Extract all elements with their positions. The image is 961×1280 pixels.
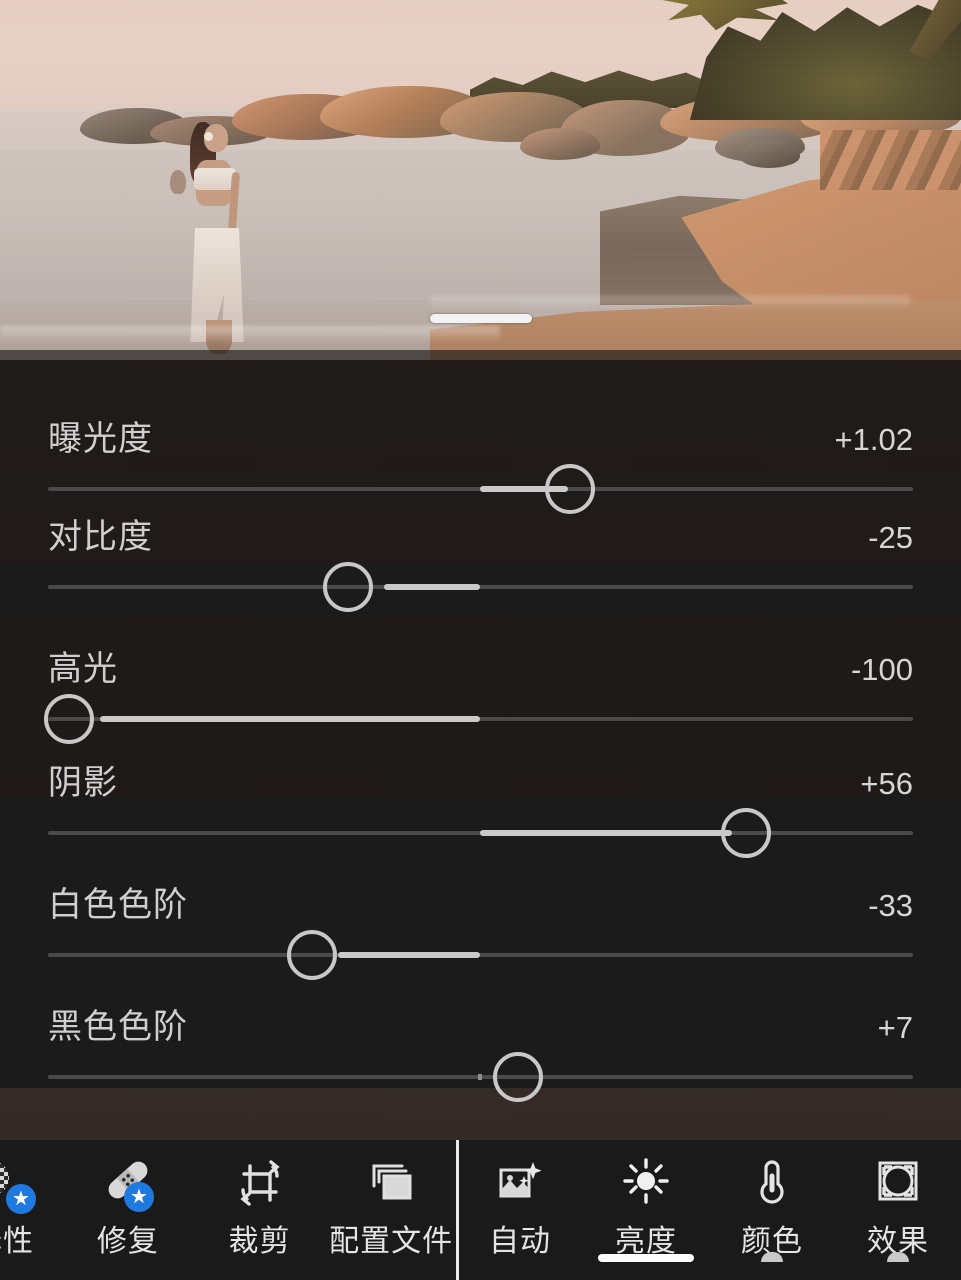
premium-star-badge: ★ xyxy=(6,1184,36,1214)
profiles-icon xyxy=(362,1154,420,1212)
color-thermometer-icon xyxy=(743,1154,801,1212)
toolbar-item-effects[interactable]: 效果 xyxy=(835,1140,961,1280)
slider-fill xyxy=(338,952,480,958)
slider-value-contrast: -25 xyxy=(868,520,913,555)
toolbar-item-heal[interactable]: ★ 修复 xyxy=(62,1140,194,1280)
toolbar-label-auto: 自动 xyxy=(489,1225,551,1258)
toolbar-item-light[interactable]: 亮度 xyxy=(583,1140,709,1280)
toolbar-item-selective[interactable]: ★ 择性 xyxy=(0,1140,62,1280)
slider-label-blacks: 黑色色阶 xyxy=(48,1008,188,1046)
slider-row-blacks[interactable]: 黑色色阶 +7 xyxy=(0,966,961,1102)
slider-label-highlights: 高光 xyxy=(48,650,118,688)
slider-value-exposure: +1.02 xyxy=(834,422,913,457)
slider-fill xyxy=(480,830,732,836)
slider-fill xyxy=(384,584,480,590)
toolbar-label-profiles: 配置文件 xyxy=(329,1225,454,1258)
effects-frame-icon xyxy=(869,1154,927,1212)
slider-value-highlights: -100 xyxy=(850,652,913,687)
slider-label-exposure: 曝光度 xyxy=(48,420,153,458)
slider-thumb-blacks[interactable] xyxy=(493,1052,543,1102)
slider-track[interactable] xyxy=(48,953,913,957)
toolbar-item-auto[interactable]: 自动 xyxy=(457,1140,583,1280)
toolbar-item-crop[interactable]: 裁剪 xyxy=(194,1140,326,1280)
toolbar-item-profiles[interactable]: 配置文件 xyxy=(325,1140,457,1280)
slider-label-whites: 白色色阶 xyxy=(48,886,188,924)
photo-editor-screen: 曝光度 +1.02 对比度 -25 高光 -100 阴影 +56 白色色阶 -3… xyxy=(0,0,961,1280)
crop-icon xyxy=(231,1154,289,1212)
slider-row-contrast[interactable]: 对比度 -25 xyxy=(0,476,961,612)
toolbar-tools-group: ★ 择性 ★ xyxy=(0,1140,457,1280)
premium-star-badge: ★ xyxy=(124,1182,154,1212)
slider-blacks[interactable] xyxy=(48,1044,913,1108)
light-sun-icon xyxy=(617,1154,675,1212)
toolbar-item-color[interactable]: 颜色 xyxy=(709,1140,835,1280)
slider-value-blacks: +7 xyxy=(877,1010,913,1045)
light-adjustments-panel: 曝光度 +1.02 对比度 -25 高光 -100 阴影 +56 白色色阶 -3… xyxy=(0,350,961,1140)
slider-value-whites: -33 xyxy=(868,888,913,923)
slider-label-contrast: 对比度 xyxy=(48,518,153,556)
slider-row-shadows[interactable]: 阴影 +56 xyxy=(0,722,961,858)
active-tab-indicator xyxy=(598,1254,694,1262)
slider-label-shadows: 阴影 xyxy=(48,764,118,802)
toolbar-label-selective: 择性 xyxy=(0,1225,34,1258)
slider-row-exposure[interactable]: 曝光度 +1.02 xyxy=(0,350,961,514)
toolbar-edit-group: 自动 亮度 颜色 效果 xyxy=(457,1140,961,1280)
slider-track[interactable] xyxy=(48,585,913,589)
bottom-toolbar: ★ 择性 ★ xyxy=(0,1140,961,1280)
slider-value-shadows: +56 xyxy=(860,766,913,801)
slider-row-highlights[interactable]: 高光 -100 xyxy=(0,598,961,744)
panel-drag-handle[interactable] xyxy=(430,314,532,323)
auto-icon xyxy=(491,1154,549,1212)
toolbar-label-heal: 修复 xyxy=(96,1225,159,1258)
slider-center-mark xyxy=(478,1074,482,1080)
slider-row-whites[interactable]: 白色色阶 -33 xyxy=(0,844,961,980)
toolbar-label-crop: 裁剪 xyxy=(228,1225,291,1258)
